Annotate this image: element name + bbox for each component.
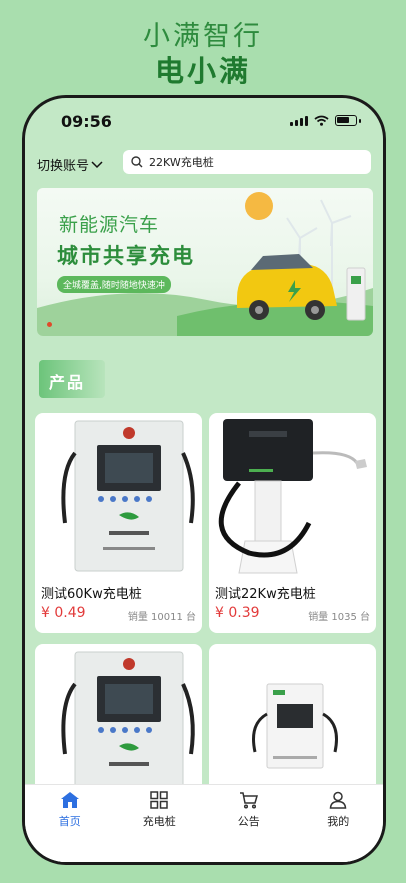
tab-label: 我的 <box>327 815 350 828</box>
product-name: 测试22Kw充电桩 <box>215 587 316 602</box>
status-time: 09:56 <box>61 112 112 131</box>
tab-home[interactable]: 首页 <box>35 791 105 862</box>
product-image <box>61 420 195 572</box>
tab-bar: 首页 充电桩 公告 我的 <box>25 784 383 862</box>
banner-tag: 全城覆盖,随时随地快速冲 <box>57 276 171 293</box>
signal-icon <box>290 115 308 126</box>
tab-label: 充电桩 <box>142 815 176 828</box>
product-image <box>218 419 367 574</box>
tab-label: 首页 <box>58 815 81 828</box>
tab-chargers[interactable]: 充电桩 <box>124 791 194 862</box>
user-icon <box>329 791 347 809</box>
carousel-indicator <box>47 322 52 327</box>
search-input[interactable]: 22KW充电桩 <box>123 150 371 174</box>
switch-account-label: 切换账号 <box>37 159 90 174</box>
home-icon <box>60 792 79 808</box>
cart-icon <box>239 792 258 809</box>
product-card[interactable]: 测试22Kw充电桩 ¥ 0.39 销量 1035 台 <box>209 413 376 633</box>
product-sales: 销量 10011 台 <box>127 612 196 623</box>
tab-profile[interactable]: 我的 <box>303 791 373 862</box>
search-icon <box>131 156 143 168</box>
section-header-products: 产品 <box>39 360 105 398</box>
tab-announcements[interactable]: 公告 <box>214 791 284 862</box>
product-name: 测试60Kw充电桩 <box>41 587 142 602</box>
promo-subtitle: 电小满 <box>154 54 251 88</box>
grid-icon <box>150 791 168 809</box>
chevron-down-icon <box>91 160 103 168</box>
product-sales: 销量 1035 台 <box>308 612 370 623</box>
product-card[interactable]: 测试60Kw充电桩 ¥ 0.49 销量 10011 台 <box>35 413 202 633</box>
battery-icon <box>335 115 357 126</box>
switch-account-button[interactable]: 切换账号 <box>37 155 103 174</box>
product-price: ¥ 0.49 <box>41 605 86 621</box>
status-bar: 09:56 <box>25 112 383 136</box>
tab-label: 公告 <box>237 815 260 828</box>
banner-carousel[interactable]: 新能源汽车 城市共享充电 全城覆盖,随时随地快速冲 <box>37 188 373 336</box>
banner-headline: 新能源汽车 <box>59 214 160 236</box>
banner-title: 城市共享充电 <box>57 244 195 268</box>
search-value: 22KW充电桩 <box>149 156 214 169</box>
wifi-icon <box>314 115 329 126</box>
phone-frame: 09:56 切换账号 22KW充电桩 新能源汽车 城市共享充电 全城覆盖,随时随… <box>22 95 386 865</box>
section-title: 产品 <box>49 373 86 392</box>
product-price: ¥ 0.39 <box>215 605 260 621</box>
